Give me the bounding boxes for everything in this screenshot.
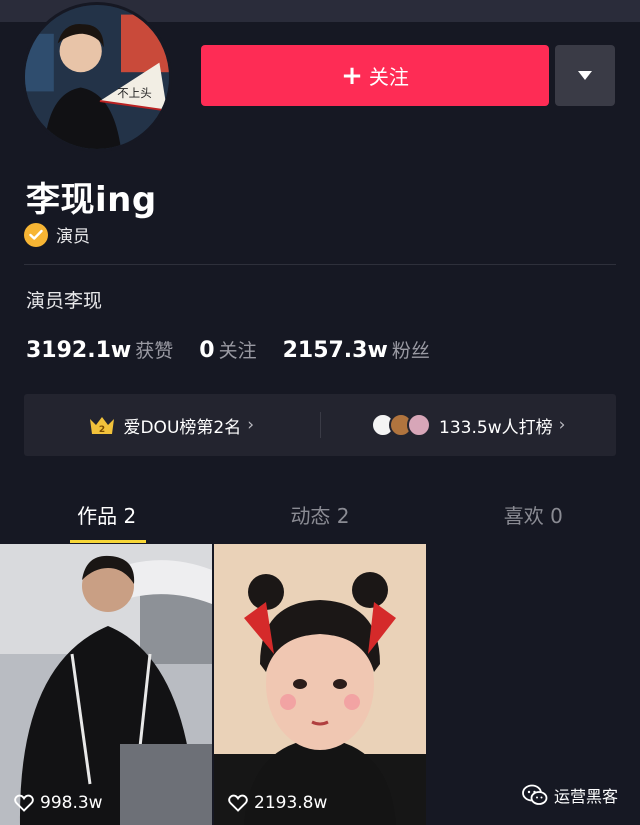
svg-text:不上头: 不上头 [117,86,152,100]
triangle-down-icon [578,71,592,80]
stat-label: 关注 [218,340,257,362]
tab-label: 动态 2 [290,504,350,528]
stat-value: 0 [199,338,215,363]
rank-panel: 2 爱DOU榜第2名 › 133.5w人打榜 › [24,394,616,456]
more-options-button[interactable] [555,45,615,106]
chevron-right-icon: › [558,415,566,435]
like-count: 2193.8w [254,793,328,813]
tab-label: 作品 2 [77,504,137,528]
watermark: 运营黑客 [522,783,618,807]
stat-followers[interactable]: 2157.3w 粉丝 [283,336,430,363]
video-likes: 998.3w [14,793,103,813]
stat-label: 粉丝 [391,340,430,362]
video-thumbnail-image [0,544,212,825]
rank-position-link[interactable]: 2 爱DOU榜第2名 › [24,394,320,456]
verified-check-icon [24,222,48,247]
stat-value: 2157.3w [282,338,388,363]
heart-icon [228,794,248,812]
crown-icon: 2 [90,417,115,435]
active-tab-indicator [70,540,146,543]
stat-likes: 3192.1w 获赞 [26,336,173,363]
stat-following[interactable]: 0 关注 [199,336,256,363]
avatar[interactable]: 不上头 [22,2,172,152]
video-thumbnail[interactable]: 998.3w [0,544,212,825]
video-thumbnail-image [214,544,426,825]
tab-label: 喜欢 0 [503,504,563,528]
content-tabs: 作品 2 动态 2 喜欢 0 [0,488,640,544]
rank-text: 爱DOU榜第2名 [123,417,242,438]
tab-likes[interactable]: 喜欢 0 [427,488,640,544]
follow-label: 关注 [368,65,409,89]
plus-icon: + [341,60,363,91]
stats-row: 3192.1w 获赞 0 关注 2157.3w 粉丝 [26,336,456,363]
verification-label: 演员 [56,227,90,247]
divider [24,264,616,265]
watermark-text: 运营黑客 [553,787,618,806]
chevron-right-icon: › [247,415,255,435]
like-count: 998.3w [40,793,103,813]
username: 李现ing [26,180,157,220]
heart-icon [14,794,34,812]
bio: 演员李现 [26,290,103,312]
follow-button[interactable]: + 关注 [201,45,549,106]
supporter-avatar [407,413,432,437]
tab-activity[interactable]: 动态 2 [213,488,426,544]
verification-row: 演员 [24,222,90,247]
video-thumbnail[interactable]: 2193.8w [214,544,426,825]
video-likes: 2193.8w [228,793,327,813]
stat-label: 获赞 [135,340,174,362]
supporters-text: 133.5w人打榜 [439,417,553,438]
wechat-icon [522,784,548,805]
supporter-avatars [371,413,432,437]
tab-works[interactable]: 作品 2 [0,488,213,544]
crown-number: 2 [99,425,105,435]
supporters-link[interactable]: 133.5w人打榜 › [321,394,617,456]
avatar-image: 不上头 [25,5,169,149]
stat-value: 3192.1w [26,338,132,363]
